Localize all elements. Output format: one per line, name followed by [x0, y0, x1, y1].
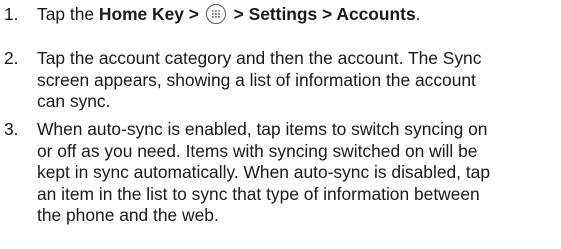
apps-grid-icon	[205, 4, 226, 24]
step-text: Tap the Home Key > > Settings > Accounts…	[37, 4, 553, 26]
step-text-prefix: Tap the	[37, 4, 99, 24]
step-number: 3.	[4, 119, 19, 139]
step-line: or off as you need. Items with syncing s…	[37, 140, 478, 161]
instruction-steps: 1. Tap the Home Key > > Settings > Accou…	[0, 0, 561, 249]
step-line: Tap the account category and then the ac…	[37, 48, 482, 68]
step-line: screen appears, showing a list of inform…	[37, 69, 476, 90]
step-text: When auto-sync is enabled, tap items to …	[37, 119, 553, 227]
step-line: kept in sync automatically. When auto-sy…	[37, 162, 491, 182]
step-line: When auto-sync is enabled, tap items to …	[37, 119, 488, 139]
home-key-label: Home Key >	[98, 4, 199, 24]
step-text-suffix: .	[415, 4, 421, 24]
step-number: 2.	[4, 48, 19, 68]
step-number: 1.	[4, 4, 19, 24]
step-text: Tap the account category and then the ac…	[37, 48, 553, 113]
step-line: can sync.	[37, 91, 111, 111]
settings-path-label: > Settings > Accounts	[233, 4, 416, 24]
step-line: an item in the list to sync that type of…	[37, 183, 480, 204]
step-line: the phone and the web.	[37, 205, 219, 225]
